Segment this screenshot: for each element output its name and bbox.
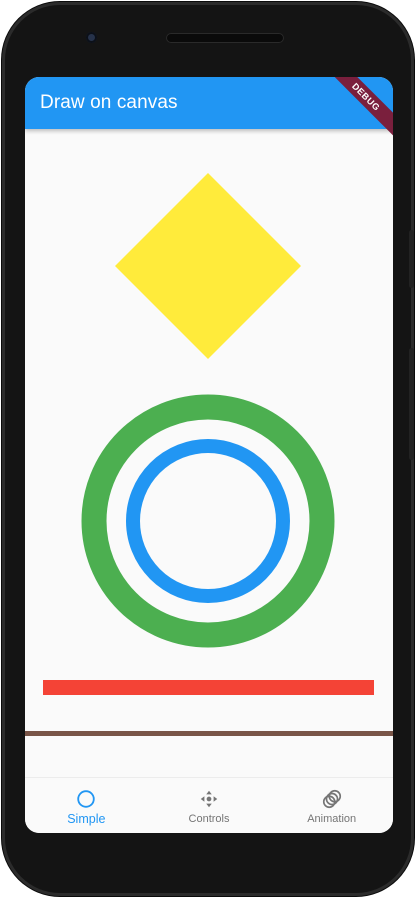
nav-label-animation: Animation (307, 813, 357, 825)
red-bar (43, 680, 374, 695)
animation-icon (322, 789, 341, 809)
nav-label-simple: Simple (67, 812, 106, 826)
power-button (409, 230, 414, 288)
nav-label-controls: Controls (188, 813, 230, 825)
blue-ring (126, 439, 290, 603)
move-arrows-icon (200, 790, 218, 808)
drawing-canvas (25, 129, 393, 777)
yellow-diamond (115, 173, 301, 359)
bottom-navigation-bar: Simple Controls Animation (25, 777, 393, 833)
earpiece-speaker (166, 33, 284, 43)
app-screen: Draw on canvas DEBUG Simple Controls Ani… (25, 77, 393, 833)
front-camera (86, 32, 97, 43)
nav-item-controls[interactable]: Controls (148, 778, 271, 833)
volume-button (409, 348, 414, 460)
app-title: Draw on canvas (40, 92, 178, 113)
nav-item-animation[interactable]: Animation (270, 778, 393, 833)
nav-item-simple[interactable]: Simple (25, 778, 148, 833)
app-bar: Draw on canvas DEBUG (25, 77, 393, 142)
phone-frame: Draw on canvas DEBUG Simple Controls Ani… (2, 2, 414, 896)
brown-line (25, 731, 393, 736)
circle-outline-icon (77, 790, 96, 808)
canvas-svg (25, 173, 393, 736)
